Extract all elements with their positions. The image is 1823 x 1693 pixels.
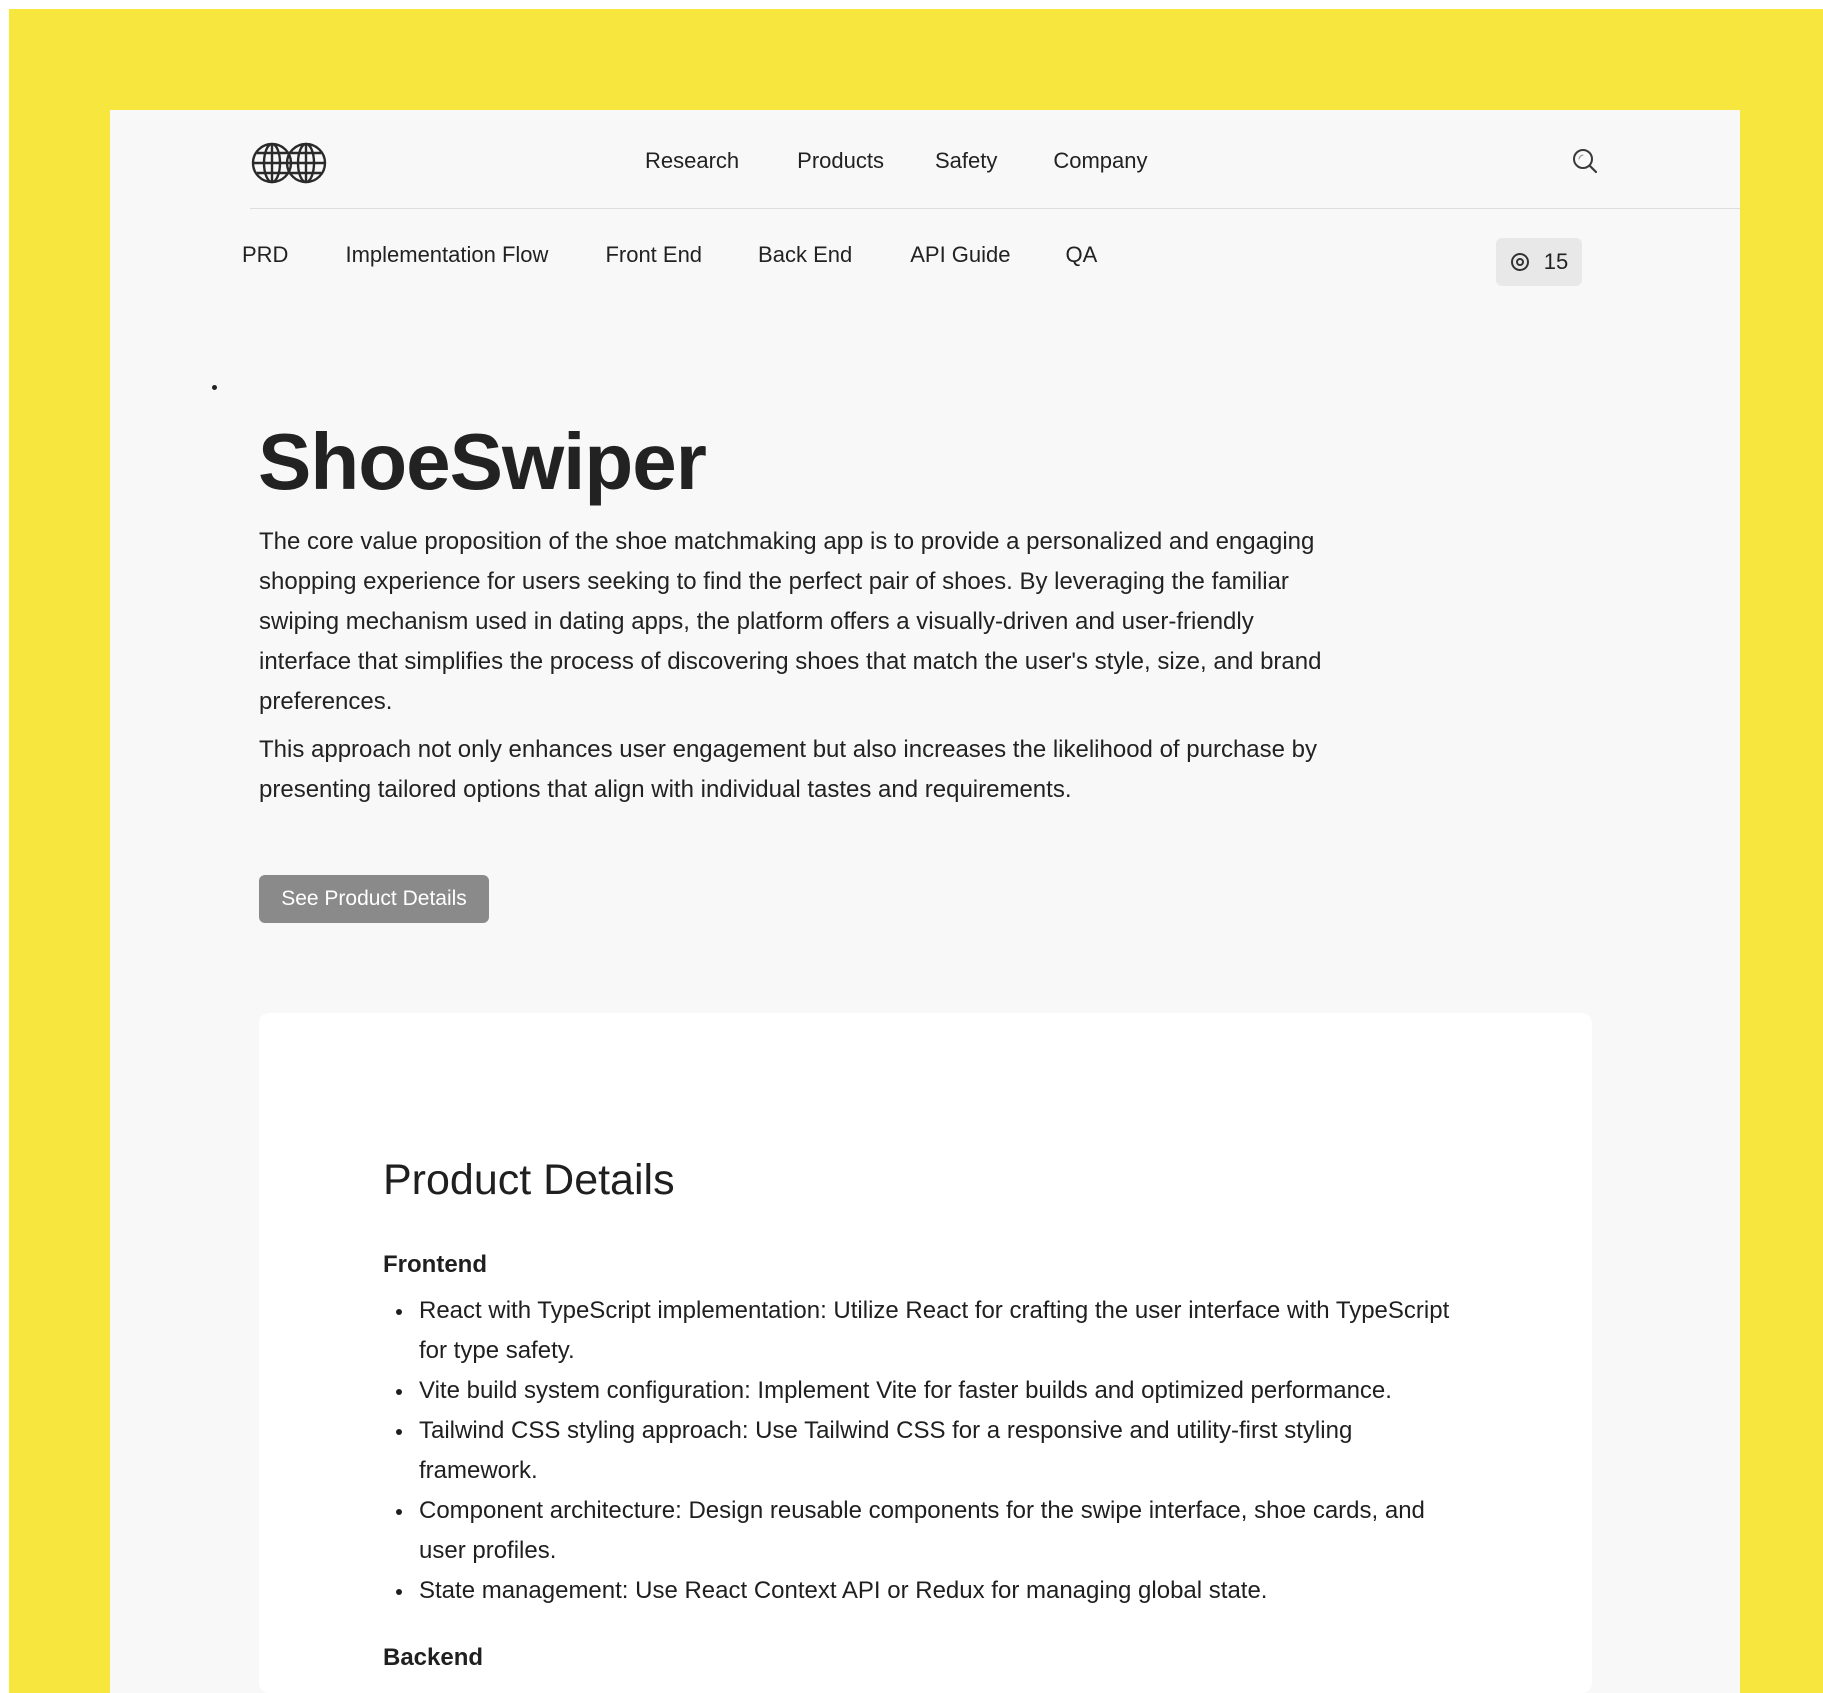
list-item: Vite build system configuration: Impleme… (383, 1371, 1453, 1411)
hero-paragraph-2: This approach not only enhances user eng… (259, 736, 1318, 803)
small-dot-marker (212, 385, 217, 390)
list-item: React with TypeScript implementation: Ut… (383, 1291, 1453, 1371)
frontend-list: React with TypeScript implementation: Ut… (383, 1291, 1453, 1611)
tab-back-end[interactable]: Back End (758, 242, 852, 268)
search-button[interactable] (1570, 146, 1600, 176)
count-value: 15 (1543, 249, 1569, 274)
count-badge-button[interactable]: 15 (1496, 238, 1582, 286)
main-nav-links: Research Products Safety Company (645, 148, 1148, 174)
see-product-details-button[interactable]: See Product Details (259, 875, 489, 923)
nav-research-link[interactable]: Research (645, 148, 739, 174)
frontend-heading: Frontend (383, 1251, 487, 1278)
hero-paragraph-1: The core value proposition of the shoe m… (259, 528, 1322, 715)
top-navigation: Research Products Safety Company (110, 110, 1740, 208)
nav-divider (250, 208, 1740, 209)
tab-front-end[interactable]: Front End (605, 242, 702, 268)
target-icon (1510, 253, 1529, 271)
page-container: Research Products Safety Company PRD Imp… (110, 110, 1740, 1693)
tab-implementation-flow[interactable]: Implementation Flow (345, 242, 548, 268)
tab-qa[interactable]: QA (1066, 242, 1098, 268)
product-details-card: Product Details Frontend React with Type… (259, 1013, 1592, 1693)
product-details-title: Product Details (383, 1155, 675, 1204)
list-item: Tailwind CSS styling approach: Use Tailw… (383, 1411, 1453, 1491)
nav-safety-link[interactable]: Safety (935, 148, 997, 174)
document-tabs: PRD Implementation Flow Front End Back E… (242, 242, 1097, 268)
nav-products-link[interactable]: Products (797, 148, 884, 174)
list-item: State management: Use React Context API … (383, 1571, 1453, 1611)
nav-company-link[interactable]: Company (1053, 148, 1147, 174)
tab-api-guide[interactable]: API Guide (910, 242, 1010, 268)
globe-logo-icon[interactable] (250, 141, 328, 185)
backend-heading: Backend (383, 1644, 484, 1671)
list-item: Component architecture: Design reusable … (383, 1491, 1453, 1571)
search-icon (1573, 149, 1598, 174)
tab-prd[interactable]: PRD (242, 242, 288, 268)
page-title: ShoeSwiper (258, 416, 707, 506)
